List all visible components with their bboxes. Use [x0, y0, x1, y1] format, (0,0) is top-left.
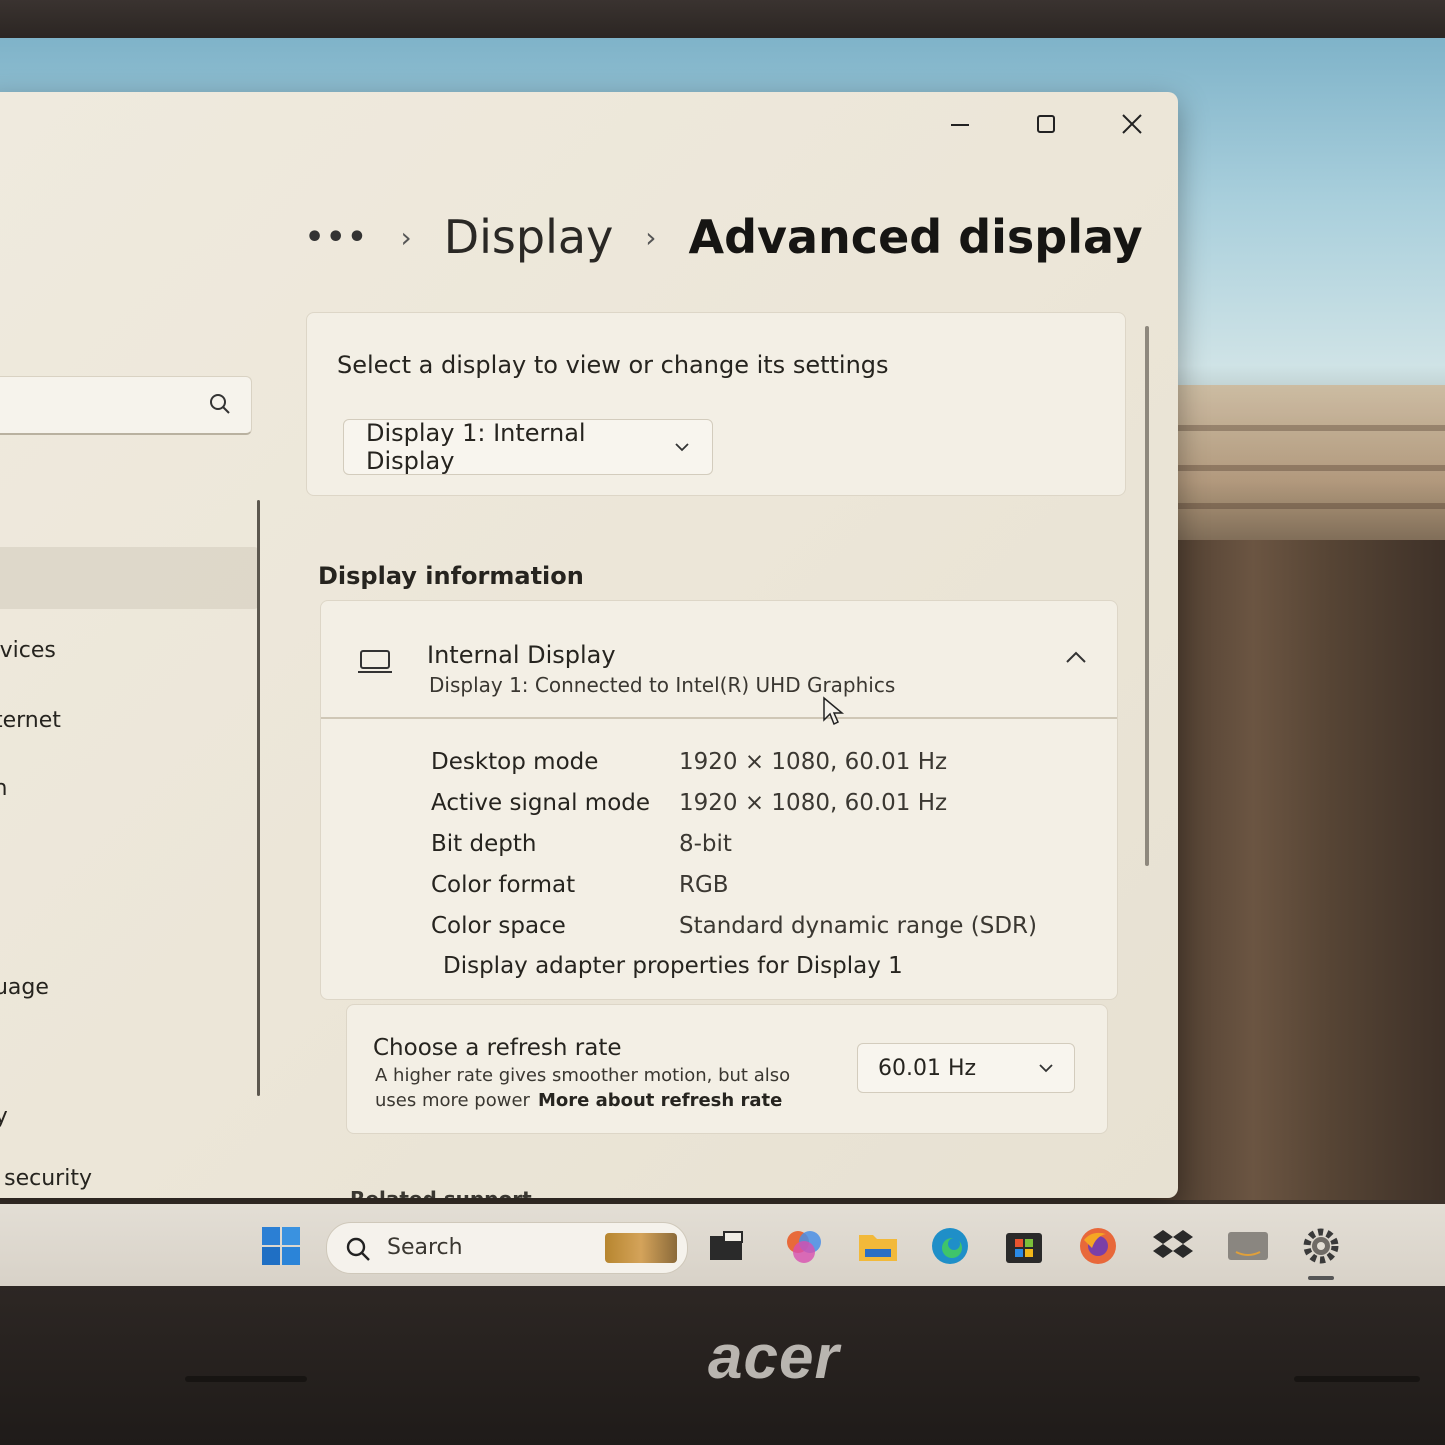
active-app-indicator: [1308, 1276, 1334, 1280]
display-select-dropdown[interactable]: Display 1: Internal Display: [343, 419, 713, 475]
info-value: RGB: [679, 871, 729, 898]
taskbar-search-placeholder: Search: [387, 1235, 463, 1260]
sidebar-item-network-internet[interactable]: nternet: [0, 708, 61, 733]
settings-search-input[interactable]: [0, 376, 252, 435]
minimize-icon: [951, 124, 969, 126]
firefox-icon[interactable]: [1076, 1224, 1120, 1268]
info-row: Desktop mode 1920 × 1080, 60.01 Hz: [431, 741, 1071, 782]
info-row: Color format RGB: [431, 864, 1071, 905]
folder-icon[interactable]: [856, 1224, 900, 1268]
store-icon[interactable]: [1002, 1224, 1046, 1268]
close-button[interactable]: [1102, 104, 1162, 144]
breadcrumb-more-button[interactable]: •••: [305, 220, 369, 255]
bezel-speaker-right: [1294, 1376, 1420, 1382]
sidebar-item-devices[interactable]: levices: [0, 638, 56, 663]
page-title: Advanced display: [688, 210, 1143, 264]
select-display-card: Select a display to view or change its s…: [306, 312, 1126, 496]
breadcrumb-display-link[interactable]: Display: [444, 210, 614, 264]
info-row: Color space Standard dynamic range (SDR): [431, 905, 1071, 946]
info-value: 1920 × 1080, 60.01 Hz: [679, 748, 948, 775]
info-value: 8-bit: [679, 830, 732, 857]
display-name: Internal Display: [427, 641, 616, 669]
sidebar-item-time-language[interactable]: guage: [0, 975, 49, 1000]
info-value: 1920 × 1080, 60.01 Hz: [679, 789, 948, 816]
refresh-rate-dropdown[interactable]: 60.01 Hz: [857, 1043, 1075, 1093]
info-key: Desktop mode: [431, 748, 599, 775]
sidebar-item-accessibility[interactable]: ity: [0, 1104, 8, 1129]
search-icon: [209, 393, 231, 419]
bezel-speaker-left: [185, 1376, 307, 1382]
maximize-icon: [1037, 115, 1055, 133]
display-information-heading: Display information: [318, 562, 584, 590]
sidebar-item-selected[interactable]: [0, 547, 260, 609]
mouse-pointer-icon: [822, 696, 846, 732]
display-info-table: Desktop mode 1920 × 1080, 60.01 Hz Activ…: [431, 741, 1071, 946]
info-value: Standard dynamic range (SDR): [679, 912, 1038, 939]
display-information-header[interactable]: Internal Display Display 1: Connected to…: [321, 601, 1117, 719]
search-icon: [345, 1236, 371, 1266]
info-row: Active signal mode 1920 × 1080, 60.01 Hz: [431, 782, 1071, 823]
chevron-down-icon: [1039, 1064, 1053, 1073]
info-key: Active signal mode: [431, 789, 651, 816]
display-adapter-properties-link[interactable]: Display adapter properties for Display 1: [443, 953, 903, 979]
copilot-icon[interactable]: [782, 1224, 826, 1268]
refresh-rate-value: 60.01 Hz: [878, 1055, 977, 1081]
edge-icon[interactable]: [928, 1224, 972, 1268]
taskbar-search-box[interactable]: Search: [326, 1222, 688, 1274]
breadcrumb: ••• › Display › Advanced display: [305, 210, 1143, 264]
file-explorer-icon[interactable]: [704, 1224, 748, 1268]
content-scrollbar[interactable]: [1145, 326, 1149, 866]
info-key: Bit depth: [431, 830, 537, 857]
related-support-heading: Related support: [350, 1187, 532, 1198]
start-icon[interactable]: [259, 1224, 303, 1268]
close-icon: [1122, 114, 1142, 134]
breadcrumb-separator-icon: ›: [400, 220, 412, 254]
chevron-up-icon[interactable]: [1065, 649, 1087, 668]
info-row: Bit depth 8-bit: [431, 823, 1071, 864]
display-connection: Display 1: Connected to Intel(R) UHD Gra…: [429, 673, 896, 697]
search-highlight-image: [605, 1233, 677, 1263]
refresh-rate-learn-more-link[interactable]: More about refresh rate: [538, 1090, 782, 1111]
taskbar: Search: [0, 1204, 1445, 1286]
dropbox-icon[interactable]: [1151, 1224, 1195, 1268]
laptop-icon: [357, 649, 393, 679]
refresh-rate-description: A higher rate gives smoother motion, but…: [375, 1063, 835, 1113]
maximize-button[interactable]: [1016, 104, 1076, 144]
chevron-down-icon: [675, 443, 690, 452]
refresh-rate-card: Choose a refresh rate A higher rate give…: [346, 1004, 1108, 1134]
sidebar-item-privacy-security[interactable]: & security: [0, 1166, 92, 1191]
info-key: Color space: [431, 912, 566, 939]
acer-logo: acer: [708, 1323, 840, 1392]
sidebar-scrollbar[interactable]: [257, 500, 260, 1096]
wallpaper-cliff: [1150, 540, 1445, 1200]
amazon-icon[interactable]: [1226, 1224, 1270, 1268]
settings-icon[interactable]: [1299, 1224, 1343, 1268]
settings-window: t levices nternet on guage ity & securit…: [0, 92, 1178, 1198]
select-display-label: Select a display to view or change its s…: [337, 351, 889, 379]
display-information-card: Internal Display Display 1: Connected to…: [320, 600, 1118, 1000]
minimize-button[interactable]: [930, 104, 990, 144]
sidebar-item-personalization[interactable]: on: [0, 776, 7, 801]
display-select-value: Display 1: Internal Display: [366, 419, 586, 475]
breadcrumb-separator-icon: ›: [645, 220, 657, 254]
refresh-rate-title: Choose a refresh rate: [373, 1035, 622, 1061]
info-key: Color format: [431, 871, 576, 898]
wallpaper-town: [1165, 385, 1445, 545]
laptop-top-bezel: [0, 0, 1445, 40]
